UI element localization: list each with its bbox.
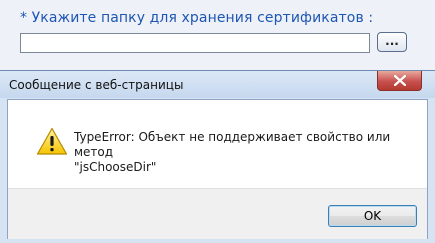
folder-input[interactable] <box>20 33 370 53</box>
dialog-button-bar: OK <box>8 188 427 239</box>
ok-button[interactable]: OK <box>328 205 417 227</box>
dialog-titlebar[interactable]: Сообщение с веб-страницы <box>0 71 435 98</box>
message-line-2: "jsChooseDir" <box>74 160 157 174</box>
close-button[interactable] <box>377 71 422 91</box>
browse-button[interactable]: ... <box>377 32 407 52</box>
warning-icon <box>36 127 68 155</box>
close-icon <box>394 75 406 86</box>
message-line-1: TypeError: Объект не поддерживает свойст… <box>74 130 391 159</box>
folder-label: * Укажите папку для хранения сертификато… <box>20 10 374 26</box>
message-dialog: Сообщение с веб-страницы TypeError: Объе… <box>0 70 435 243</box>
dialog-body: TypeError: Объект не поддерживает свойст… <box>7 99 428 239</box>
dialog-message: TypeError: Объект не поддерживает свойст… <box>74 130 414 175</box>
dialog-title: Сообщение с веб-страницы <box>9 78 184 92</box>
